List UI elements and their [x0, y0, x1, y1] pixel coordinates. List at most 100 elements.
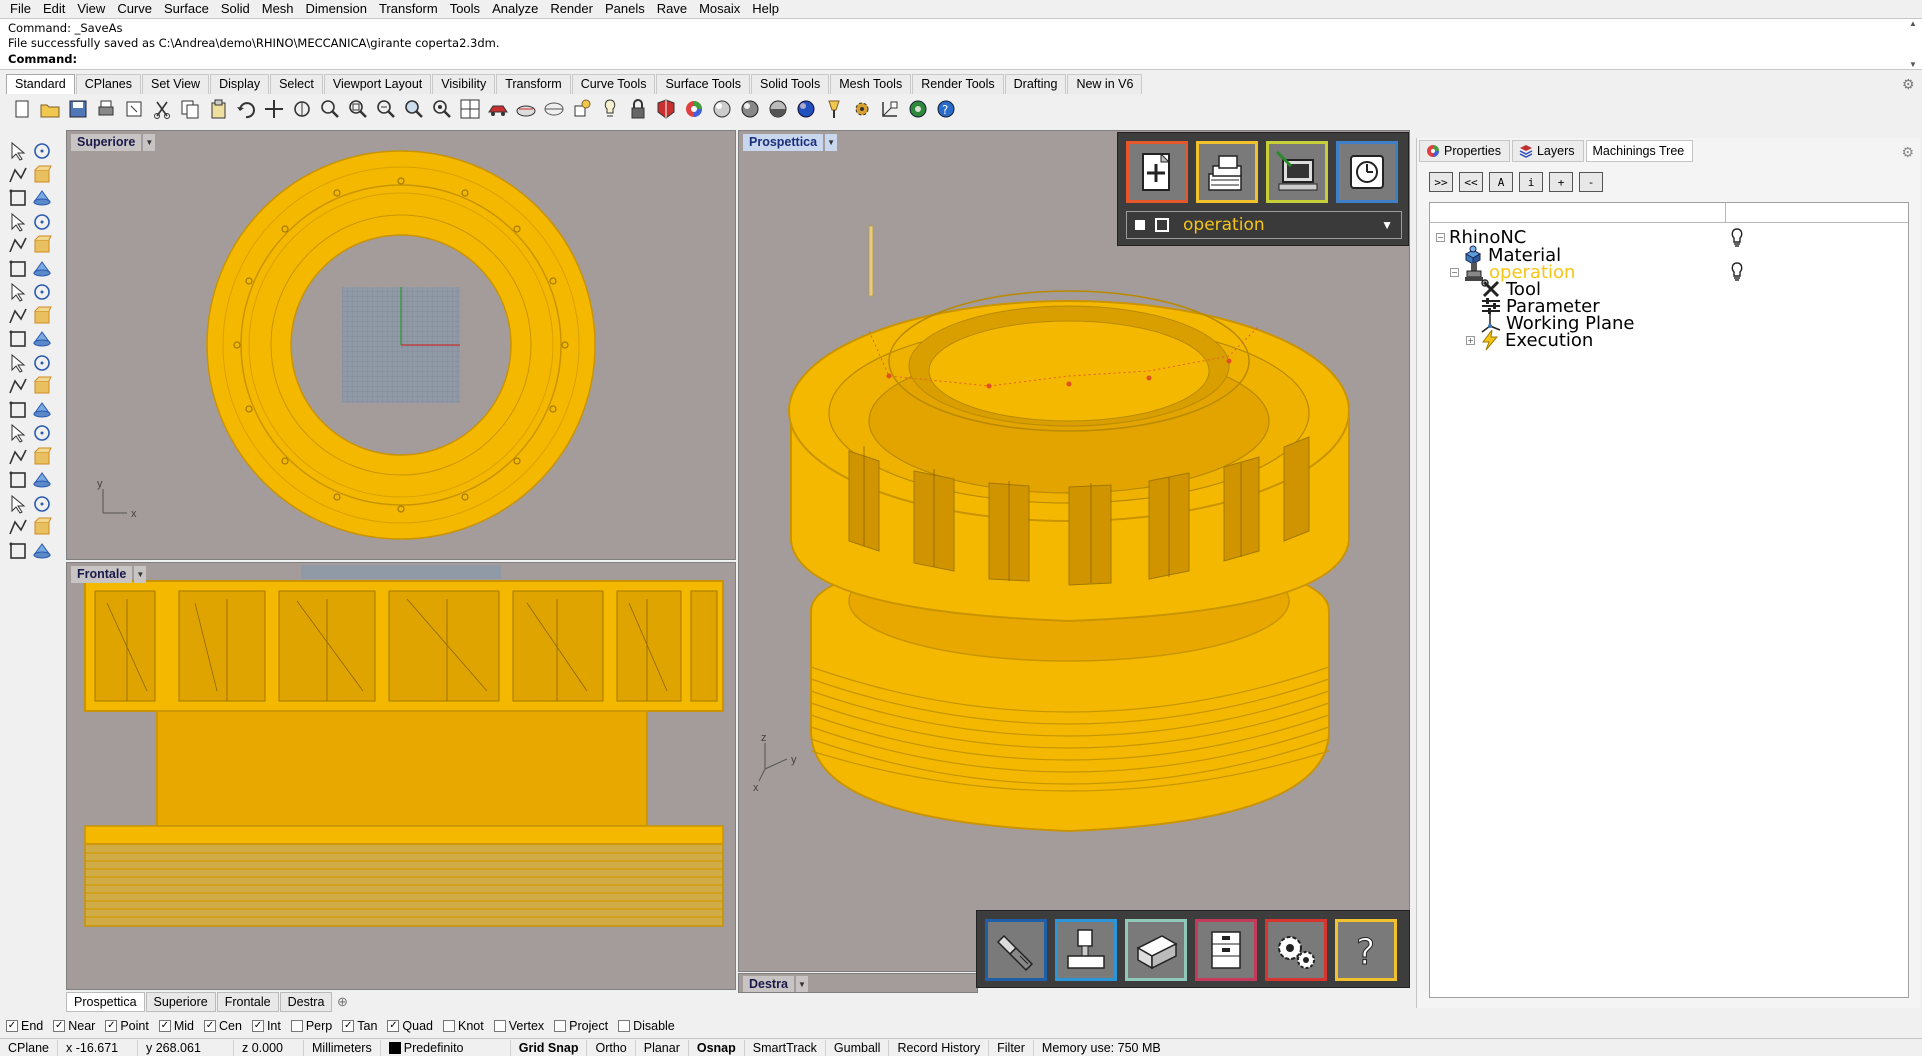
tab-new-in-v6[interactable]: New in V6 [1067, 74, 1143, 94]
osnap-int[interactable]: ✓ Int [251, 1019, 281, 1033]
zoom-all-button[interactable] [428, 96, 456, 122]
lightbulb-icon[interactable] [1728, 227, 1746, 249]
menu-item-panels[interactable]: Panels [599, 0, 651, 18]
command-input[interactable] [70, 53, 1890, 69]
osnap-vertex[interactable]: Vertex [493, 1019, 544, 1033]
menu-item-file[interactable]: File [4, 0, 37, 18]
menu-item-analyze[interactable]: Analyze [486, 0, 544, 18]
checkbox-icon[interactable] [1155, 218, 1169, 232]
menu-item-edit[interactable]: Edit [37, 0, 71, 18]
color-wheel-button[interactable] [680, 96, 708, 122]
viewport-name[interactable]: Destra [743, 975, 794, 992]
checkbox-checked-icon[interactable]: ✓ [204, 1020, 216, 1032]
check-tool[interactable] [28, 538, 56, 564]
add-viewport-tab-icon[interactable]: ⊕ [333, 992, 351, 1012]
chevron-down-icon[interactable]: ▼ [825, 133, 838, 151]
new-button[interactable] [8, 96, 36, 122]
zoom-selected-button[interactable] [400, 96, 428, 122]
record-history-toggle[interactable]: Record History [889, 1039, 990, 1056]
tab-set-view[interactable]: Set View [141, 74, 210, 94]
import-button[interactable] [120, 96, 148, 122]
cplane-button[interactable] [540, 96, 568, 122]
rename-button[interactable]: A [1489, 172, 1513, 192]
machine-button[interactable] [1055, 919, 1117, 981]
menu-item-mosaix[interactable]: Mosaix [693, 0, 746, 18]
tab-cplanes[interactable]: CPlanes [75, 74, 141, 94]
tab-layers[interactable]: Layers [1511, 140, 1584, 162]
command-scrollbar[interactable]: ▲ ▼ [1906, 19, 1920, 69]
collapse-all-button[interactable]: << [1459, 172, 1483, 192]
post-processor-button[interactable] [1266, 141, 1328, 203]
light-button[interactable] [596, 96, 624, 122]
tab-display[interactable]: Display [210, 74, 270, 94]
osnap-tan[interactable]: ✓ Tan [342, 1019, 377, 1033]
viewport-name[interactable]: Superiore [71, 133, 142, 151]
tab-viewport-layout[interactable]: Viewport Layout [323, 74, 432, 94]
material-button[interactable] [652, 96, 680, 122]
viewport-name[interactable]: Frontale [71, 565, 133, 583]
osnap-project[interactable]: Project [554, 1019, 608, 1033]
tab-mesh-tools[interactable]: Mesh Tools [830, 74, 912, 94]
viewport-title-perspective[interactable]: Prospettica ▼ [743, 133, 838, 151]
osnap-end[interactable]: ✓ End [6, 1019, 43, 1033]
open-button[interactable] [36, 96, 64, 122]
viewport-perspective[interactable]: z y x Prospettica ▼ [738, 130, 1410, 972]
zoom-out-button[interactable]: - [1579, 172, 1603, 192]
zoom-extents-button[interactable] [372, 96, 400, 122]
archive-button[interactable] [1195, 919, 1257, 981]
lightbulb-icon[interactable] [1728, 261, 1746, 283]
osnap-perp[interactable]: Perp [290, 1019, 332, 1033]
gear-icon[interactable]: ⚙ [1901, 144, 1914, 161]
save-button[interactable] [64, 96, 92, 122]
menu-item-transform[interactable]: Transform [373, 0, 444, 18]
tab-machinings-tree[interactable]: Machinings Tree [1585, 140, 1694, 162]
planar-toggle[interactable]: Planar [636, 1039, 689, 1056]
split-tool[interactable] [28, 373, 56, 399]
shade-button[interactable] [708, 96, 736, 122]
ortho-toggle[interactable]: Ortho [587, 1039, 636, 1056]
rotate-view-button[interactable] [288, 96, 316, 122]
loft-tool[interactable] [28, 303, 56, 329]
sweep-tool[interactable] [28, 326, 56, 352]
tab-properties[interactable]: Properties [1419, 140, 1510, 162]
osnap-toggle[interactable]: Osnap [689, 1039, 745, 1056]
menu-item-help[interactable]: Help [746, 0, 785, 18]
menu-item-dimension[interactable]: Dimension [300, 0, 373, 18]
mirror-tool[interactable] [28, 444, 56, 470]
gumball-button[interactable] [876, 96, 904, 122]
copy-button[interactable] [176, 96, 204, 122]
render-preview-button[interactable] [512, 96, 540, 122]
tool-button[interactable] [985, 919, 1047, 981]
filter-toggle[interactable]: Filter [989, 1039, 1034, 1056]
smarttrack-toggle[interactable]: SmartTrack [745, 1039, 826, 1056]
checkbox-checked-icon[interactable]: ✓ [342, 1020, 355, 1032]
menu-item-rave[interactable]: Rave [651, 0, 693, 18]
explode-tool[interactable] [28, 350, 56, 376]
viewport-right[interactable]: Destra ▼ [738, 973, 978, 993]
pan-button[interactable] [260, 96, 288, 122]
expand-icon[interactable]: + [1466, 335, 1475, 345]
tree-node-execution[interactable]: + Execution [1466, 329, 1593, 351]
menu-item-curve[interactable]: Curve [111, 0, 158, 18]
rhino-nc-button[interactable] [904, 96, 932, 122]
expand-all-button[interactable]: >> [1429, 172, 1453, 192]
layer-selector[interactable]: Predefinito [381, 1039, 511, 1056]
undo-button[interactable] [232, 96, 260, 122]
grid-snap-toggle[interactable]: Grid Snap [511, 1039, 588, 1056]
sphere-group-tool[interactable] [28, 279, 56, 305]
curve-tool[interactable] [28, 162, 56, 188]
machining-library-button[interactable] [1196, 141, 1258, 203]
tab-curve-tools[interactable]: Curve Tools [571, 74, 656, 94]
menu-item-solid[interactable]: Solid [215, 0, 256, 18]
operation-dropdown[interactable]: operation ▼ [1126, 211, 1402, 239]
viewport-front[interactable]: Frontale ▼ [66, 562, 736, 990]
osnap-point[interactable]: ✓ Point [105, 1019, 149, 1033]
checkbox-icon[interactable] [493, 1020, 506, 1032]
checkbox-checked-icon[interactable]: ✓ [6, 1020, 18, 1032]
help-button[interactable]: ? [932, 96, 960, 122]
viewport-title-front[interactable]: Frontale ▼ [71, 565, 147, 583]
checkbox-checked-icon[interactable]: ✓ [158, 1020, 171, 1032]
cplane-label[interactable]: CPlane [0, 1039, 58, 1056]
osnap-near[interactable]: ✓ Near [53, 1019, 95, 1033]
osnap-quad[interactable]: ✓ Quad [387, 1019, 433, 1033]
